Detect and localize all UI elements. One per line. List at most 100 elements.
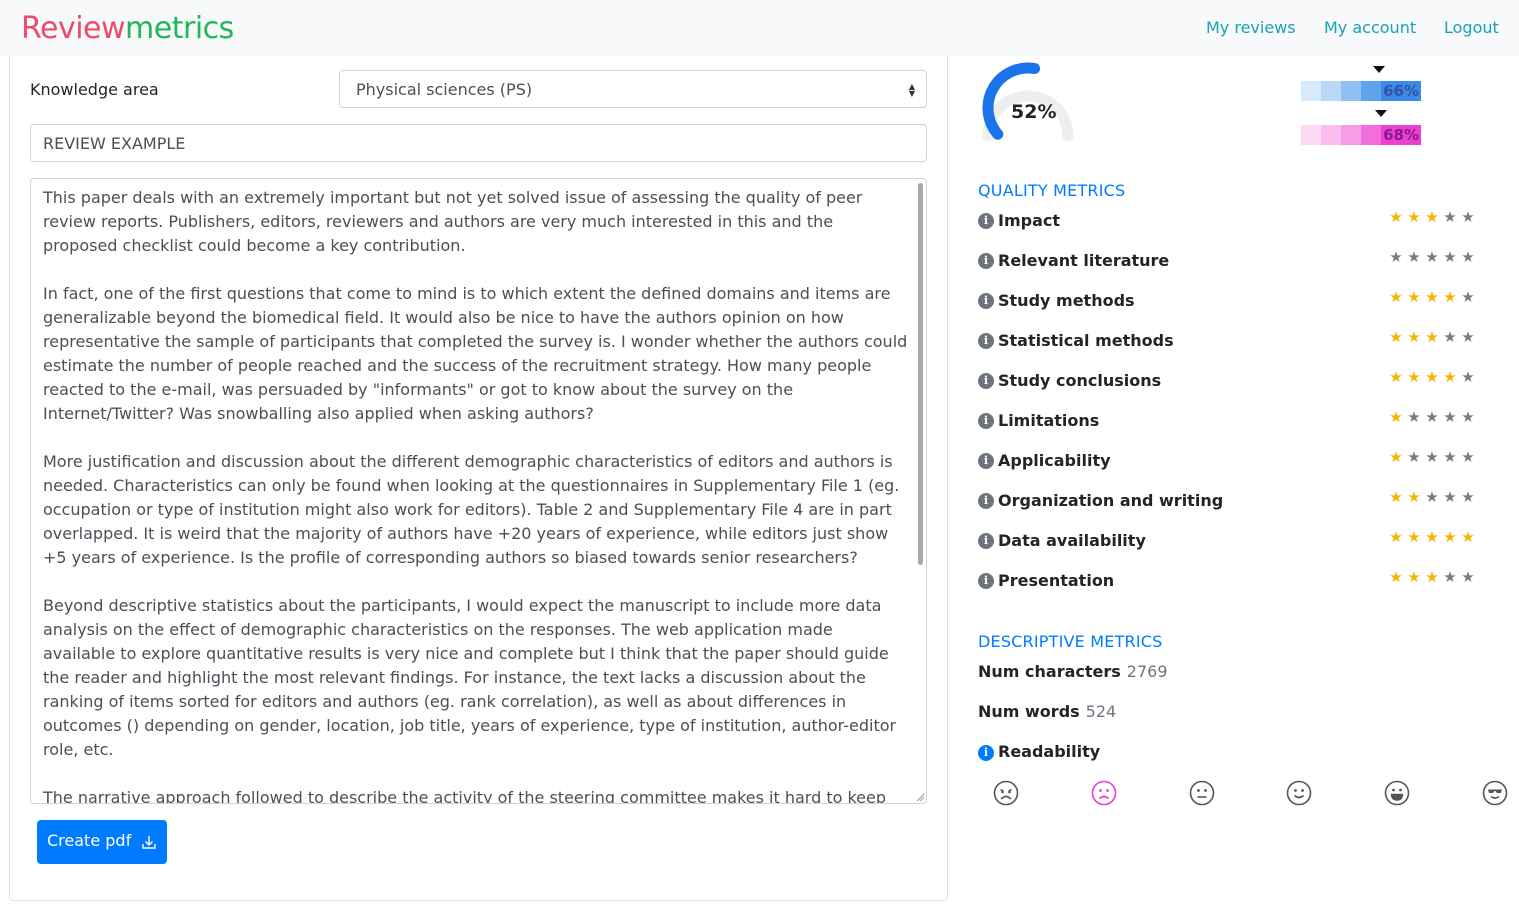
quality-metric-name: Presentation	[998, 571, 1115, 590]
info-icon[interactable]: i	[978, 213, 994, 229]
review-title-value: REVIEW EXAMPLE	[43, 134, 186, 153]
knowledge-area-select[interactable]: Physical sciences (PS) ▲ ▼	[339, 70, 927, 108]
num-characters-value: 2769	[1126, 662, 1168, 681]
select-caret-icon: ▲ ▼	[908, 82, 915, 98]
star-icon: ★	[1389, 328, 1403, 346]
star-icon: ★	[1461, 328, 1475, 346]
star-icon: ★	[1407, 368, 1421, 386]
review-title-input[interactable]: REVIEW EXAMPLE	[30, 124, 927, 162]
quality-metric-row: i Study methods ★ ★ ★ ★ ★	[978, 289, 1478, 313]
star-rating: ★ ★ ★ ★ ★	[1387, 487, 1477, 506]
star-icon: ★	[1425, 208, 1439, 226]
star-icon: ★	[1389, 288, 1403, 306]
knowledge-area-value: Physical sciences (PS)	[356, 80, 533, 99]
star-icon: ★	[1443, 448, 1457, 466]
nav-my-account[interactable]: My account	[1324, 18, 1416, 38]
quality-metric-row: i Impact ★ ★ ★ ★ ★	[978, 209, 1478, 233]
quality-metric-name: Impact	[998, 211, 1061, 230]
overall-score-value: 52%	[1011, 101, 1057, 123]
star-icon: ★	[1425, 448, 1439, 466]
quality-metrics-title: QUALITY METRICS	[978, 181, 1126, 200]
quality-metric-name: Study methods	[998, 291, 1135, 310]
star-icon: ★	[1443, 528, 1457, 546]
grin-face-icon	[1384, 780, 1410, 806]
star-rating: ★ ★ ★ ★ ★	[1387, 407, 1477, 426]
nav-logout[interactable]: Logout	[1444, 18, 1499, 38]
star-icon: ★	[1425, 488, 1439, 506]
info-icon[interactable]: i	[978, 533, 994, 549]
star-icon: ★	[1407, 248, 1421, 266]
smile-face-icon	[1286, 780, 1312, 806]
star-rating: ★ ★ ★ ★ ★	[1387, 367, 1477, 386]
info-icon[interactable]: i	[978, 453, 994, 469]
nav-my-reviews[interactable]: My reviews	[1206, 18, 1296, 38]
bar-segment	[1361, 81, 1381, 101]
star-icon: ★	[1407, 568, 1421, 586]
readability-info-icon[interactable]: i	[978, 745, 994, 761]
descriptive-metrics-title: DESCRIPTIVE METRICS	[978, 632, 1163, 651]
star-rating: ★ ★ ★ ★ ★	[1387, 327, 1477, 346]
review-paragraph: This paper deals with an extremely impor…	[43, 188, 868, 255]
star-icon: ★	[1461, 568, 1475, 586]
bar-segment	[1341, 125, 1361, 145]
star-icon: ★	[1461, 488, 1475, 506]
star-icon: ★	[1407, 408, 1421, 426]
star-icon: ★	[1407, 528, 1421, 546]
star-icon: ★	[1425, 328, 1439, 346]
star-rating: ★ ★ ★ ★ ★	[1387, 247, 1477, 266]
star-icon: ★	[1407, 208, 1421, 226]
star-icon: ★	[1443, 248, 1457, 266]
info-icon[interactable]: i	[978, 293, 994, 309]
cool-face-icon	[1482, 780, 1508, 806]
bar-marker-icon	[1373, 66, 1385, 73]
create-pdf-button[interactable]: Create pdf	[37, 820, 167, 864]
star-rating: ★ ★ ★ ★ ★	[1387, 207, 1477, 226]
quality-metric-name: Limitations	[998, 411, 1100, 430]
quality-metric-row: i Limitations ★ ★ ★ ★ ★	[978, 409, 1478, 433]
star-icon: ★	[1461, 208, 1475, 226]
review-text-content: This paper deals with an extremely impor…	[43, 186, 913, 804]
info-icon[interactable]: i	[978, 333, 994, 349]
quality-metric-name: Statistical methods	[998, 331, 1174, 350]
review-paragraph: Beyond descriptive statistics about the …	[43, 596, 902, 759]
logo-part-metrics: metrics	[125, 11, 234, 46]
download-icon	[142, 836, 156, 849]
info-icon[interactable]: i	[978, 253, 994, 269]
quality-metric-row: i Study conclusions ★ ★ ★ ★ ★	[978, 369, 1478, 393]
navbar: Reviewmetrics My reviews My account Logo…	[0, 0, 1519, 56]
star-icon: ★	[1461, 408, 1475, 426]
resize-handle-icon[interactable]	[915, 792, 925, 802]
review-paragraph: In fact, one of the first questions that…	[43, 284, 913, 423]
star-icon: ★	[1407, 488, 1421, 506]
star-icon: ★	[1425, 568, 1439, 586]
review-paragraph: The narrative approach followed to descr…	[43, 788, 887, 804]
star-icon: ★	[1443, 408, 1457, 426]
info-icon[interactable]: i	[978, 373, 994, 389]
star-icon: ★	[1389, 448, 1403, 466]
star-icon: ★	[1389, 208, 1403, 226]
star-rating: ★ ★ ★ ★ ★	[1387, 287, 1477, 306]
bar-segment	[1341, 81, 1361, 101]
star-icon: ★	[1425, 248, 1439, 266]
star-icon: ★	[1407, 448, 1421, 466]
logo[interactable]: Reviewmetrics	[21, 12, 234, 46]
star-icon: ★	[1461, 528, 1475, 546]
num-characters-row: Num characters 2769	[978, 662, 1168, 682]
review-text-area[interactable]: This paper deals with an extremely impor…	[30, 178, 927, 804]
quality-metric-row: i Organization and writing ★ ★ ★ ★ ★	[978, 489, 1478, 513]
num-words-row: Num words 524	[978, 702, 1116, 722]
star-icon: ★	[1389, 568, 1403, 586]
star-icon: ★	[1461, 448, 1475, 466]
star-icon: ★	[1443, 328, 1457, 346]
info-icon[interactable]: i	[978, 493, 994, 509]
knowledge-area-label: Knowledge area	[30, 80, 159, 99]
sad-face-icon	[1091, 780, 1117, 806]
textarea-scrollbar[interactable]	[918, 183, 923, 565]
num-words-value: 524	[1085, 702, 1117, 721]
bar-segment	[1301, 81, 1321, 101]
info-icon[interactable]: i	[978, 573, 994, 589]
star-icon: ★	[1443, 488, 1457, 506]
info-icon[interactable]: i	[978, 413, 994, 429]
star-icon: ★	[1461, 288, 1475, 306]
star-icon: ★	[1425, 368, 1439, 386]
